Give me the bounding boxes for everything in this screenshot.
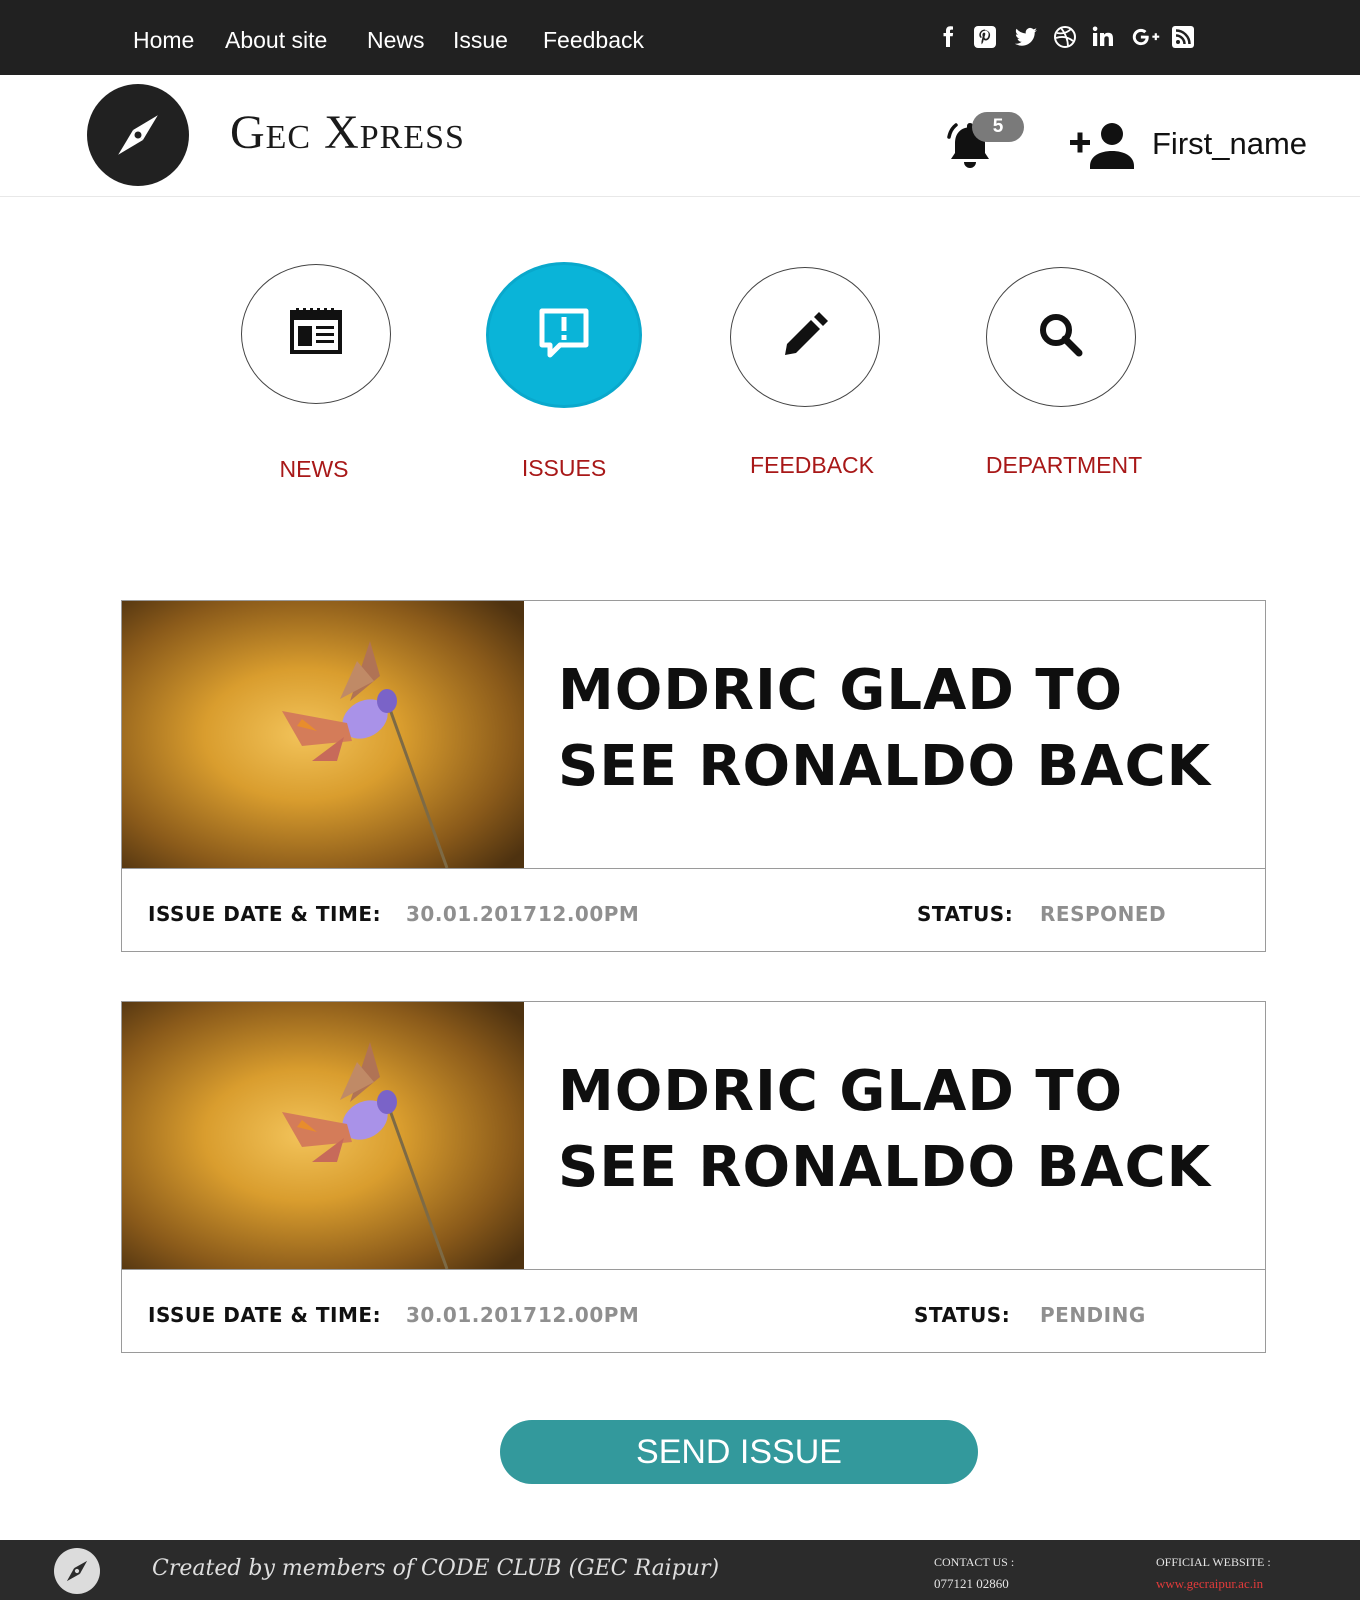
contact-phone[interactable]: 077121 02860 — [934, 1576, 1009, 1592]
compass-logo-icon[interactable] — [87, 84, 189, 186]
contact-label: CONTACT US : — [934, 1555, 1015, 1569]
search-icon — [1033, 307, 1089, 368]
nav-news[interactable]: News — [367, 27, 425, 54]
issue-status-value: PENDING — [1040, 1303, 1146, 1327]
website-link[interactable]: www.gecraipur.ac.in — [1156, 1576, 1263, 1592]
site-header: Gec Xpress 5 First_name — [0, 75, 1360, 197]
category-issues-button[interactable] — [486, 262, 642, 408]
dribbble-icon[interactable] — [1050, 22, 1080, 52]
issue-date-label: ISSUE DATE & TIME: — [148, 902, 382, 926]
issue-status-label: STATUS: — [914, 1303, 1011, 1327]
add-user-icon[interactable] — [1070, 120, 1134, 170]
rss-icon[interactable] — [1168, 22, 1198, 52]
issue-card[interactable]: MODRIC GLAD TO SEE RONALDO BACK ISSUE DA… — [121, 1001, 1266, 1353]
category-news-button[interactable] — [241, 264, 391, 404]
nav-about-site[interactable]: About site — [225, 27, 327, 54]
issue-time-value: 12.00PM — [538, 902, 640, 926]
site-footer: Created by members of CODE CLUB (GEC Rai… — [0, 1540, 1360, 1600]
nav-feedback[interactable]: Feedback — [543, 27, 644, 54]
newspaper-icon — [288, 304, 344, 365]
notification-count-badge: 5 — [972, 112, 1024, 142]
issue-title[interactable]: MODRIC GLAD TO SEE RONALDO BACK — [558, 653, 1238, 805]
category-news-label[interactable]: NEWS — [280, 456, 349, 483]
google-plus-icon[interactable] — [1127, 22, 1167, 52]
issue-image-butterfly — [122, 1002, 524, 1269]
user-name[interactable]: First_name — [1152, 126, 1307, 162]
issue-date-value: 30.01.2017 — [406, 1303, 538, 1327]
website-label: OFFICIAL WEBSITE : — [1156, 1555, 1271, 1569]
feedback-exclamation-icon — [536, 305, 592, 366]
category-department-label[interactable]: DEPARTMENT — [986, 452, 1142, 479]
site-brand-title[interactable]: Gec Xpress — [230, 105, 465, 160]
issue-image-butterfly — [122, 601, 524, 868]
nav-issue[interactable]: Issue — [453, 27, 508, 54]
issue-meta: ISSUE DATE & TIME: 30.01.2017 12.00PM ST… — [122, 868, 1265, 952]
linkedin-icon[interactable] — [1088, 22, 1118, 52]
issue-time-value: 12.00PM — [538, 1303, 640, 1327]
top-navbar: Home About site News Issue Feedback — [0, 0, 1360, 75]
nav-home[interactable]: Home — [133, 27, 194, 54]
issue-status-value: RESPONED — [1040, 902, 1167, 926]
category-feedback-button[interactable] — [730, 267, 880, 407]
issue-date-label: ISSUE DATE & TIME: — [148, 1303, 382, 1327]
category-feedback-label[interactable]: FEEDBACK — [750, 452, 874, 479]
issue-card[interactable]: MODRIC GLAD TO SEE RONALDO BACK ISSUE DA… — [121, 600, 1266, 952]
send-issue-button[interactable]: SEND ISSUE — [500, 1420, 978, 1484]
facebook-icon[interactable] — [933, 22, 963, 52]
issue-status-label: STATUS: — [917, 902, 1014, 926]
category-issues-label[interactable]: ISSUES — [522, 455, 606, 482]
issue-title[interactable]: MODRIC GLAD TO SEE RONALDO BACK — [558, 1054, 1238, 1206]
compass-logo-icon[interactable] — [54, 1548, 100, 1594]
twitter-icon[interactable] — [1011, 22, 1041, 52]
issue-meta: ISSUE DATE & TIME: 30.01.2017 12.00PM ST… — [122, 1269, 1265, 1353]
pencil-icon — [777, 307, 833, 368]
footer-credit: Created by members of CODE CLUB (GEC Rai… — [152, 1556, 720, 1581]
issue-date-value: 30.01.2017 — [406, 902, 538, 926]
pinterest-icon[interactable] — [970, 22, 1000, 52]
category-department-button[interactable] — [986, 267, 1136, 407]
